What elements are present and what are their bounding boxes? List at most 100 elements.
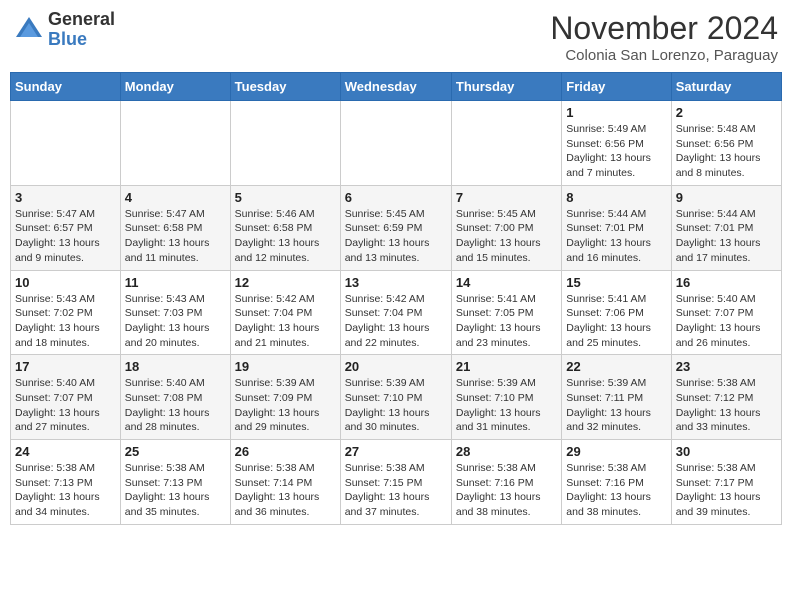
month-title: November 2024	[550, 10, 778, 47]
day-number: 17	[15, 359, 116, 374]
day-number: 2	[676, 105, 777, 120]
day-number: 10	[15, 275, 116, 290]
day-info: Sunrise: 5:39 AM Sunset: 7:09 PM Dayligh…	[235, 376, 336, 435]
logo-general-text: General	[48, 10, 115, 30]
logo: General Blue	[14, 10, 115, 50]
day-info: Sunrise: 5:38 AM Sunset: 7:13 PM Dayligh…	[125, 461, 226, 520]
calendar-day-cell: 16 Sunrise: 5:40 AM Sunset: 7:07 PM Dayli…	[671, 270, 781, 355]
calendar-day-cell: 18 Sunrise: 5:40 AM Sunset: 7:08 PM Dayli…	[120, 355, 230, 440]
calendar-day-cell: 5 Sunrise: 5:46 AM Sunset: 6:58 PM Daylig…	[230, 185, 340, 270]
day-info: Sunrise: 5:40 AM Sunset: 7:07 PM Dayligh…	[676, 292, 777, 351]
day-number: 7	[456, 190, 557, 205]
day-info: Sunrise: 5:48 AM Sunset: 6:56 PM Dayligh…	[676, 122, 777, 181]
day-info: Sunrise: 5:38 AM Sunset: 7:15 PM Dayligh…	[345, 461, 447, 520]
day-number: 5	[235, 190, 336, 205]
calendar-day-cell: 26 Sunrise: 5:38 AM Sunset: 7:14 PM Dayli…	[230, 440, 340, 525]
day-info: Sunrise: 5:41 AM Sunset: 7:06 PM Dayligh…	[566, 292, 666, 351]
day-number: 18	[125, 359, 226, 374]
day-info: Sunrise: 5:45 AM Sunset: 7:00 PM Dayligh…	[456, 207, 557, 266]
day-number: 22	[566, 359, 666, 374]
day-info: Sunrise: 5:47 AM Sunset: 6:57 PM Dayligh…	[15, 207, 116, 266]
calendar-day-cell: 12Sunrise: 5:42 AM Sunset: 7:04 PM Dayli…	[230, 270, 340, 355]
day-info: Sunrise: 5:45 AM Sunset: 6:59 PM Dayligh…	[345, 207, 447, 266]
day-info: Sunrise: 5:43 AM Sunset: 7:03 PM Dayligh…	[125, 292, 226, 351]
calendar-day-cell	[11, 101, 121, 186]
calendar-day-cell: 2 Sunrise: 5:48 AM Sunset: 6:56 PM Daylig…	[671, 101, 781, 186]
day-info: Sunrise: 5:41 AM Sunset: 7:05 PM Dayligh…	[456, 292, 557, 351]
day-number: 13	[345, 275, 447, 290]
day-number: 26	[235, 444, 336, 459]
calendar-day-cell: 23 Sunrise: 5:38 AM Sunset: 7:12 PM Dayli…	[671, 355, 781, 440]
day-number: 25	[125, 444, 226, 459]
calendar-day-cell: 29 Sunrise: 5:38 AM Sunset: 7:16 PM Dayli…	[562, 440, 671, 525]
calendar-day-cell: 7 Sunrise: 5:45 AM Sunset: 7:00 PM Daylig…	[451, 185, 561, 270]
calendar-day-cell: 28Sunrise: 5:38 AM Sunset: 7:16 PM Dayli…	[451, 440, 561, 525]
logo-blue-text: Blue	[48, 30, 115, 50]
title-block: November 2024 Colonia San Lorenzo, Parag…	[550, 10, 778, 64]
day-info: Sunrise: 5:38 AM Sunset: 7:12 PM Dayligh…	[676, 376, 777, 435]
day-number: 20	[345, 359, 447, 374]
day-number: 11	[125, 275, 226, 290]
day-number: 21	[456, 359, 557, 374]
calendar-day-cell: 13 Sunrise: 5:42 AM Sunset: 7:04 PM Dayli…	[340, 270, 451, 355]
weekday-header-cell: Thursday	[451, 73, 561, 101]
day-info: Sunrise: 5:47 AM Sunset: 6:58 PM Dayligh…	[125, 207, 226, 266]
day-number: 30	[676, 444, 777, 459]
calendar-day-cell: 17 Sunrise: 5:40 AM Sunset: 7:07 PM Dayli…	[11, 355, 121, 440]
page-header: General Blue November 2024 Colonia San L…	[10, 10, 782, 64]
day-info: Sunrise: 5:40 AM Sunset: 7:08 PM Dayligh…	[125, 376, 226, 435]
day-number: 12	[235, 275, 336, 290]
calendar-day-cell: 21 Sunrise: 5:39 AM Sunset: 7:10 PM Dayli…	[451, 355, 561, 440]
calendar-day-cell: 20Sunrise: 5:39 AM Sunset: 7:10 PM Dayli…	[340, 355, 451, 440]
day-number: 4	[125, 190, 226, 205]
calendar-day-cell: 14 Sunrise: 5:41 AM Sunset: 7:05 PM Dayli…	[451, 270, 561, 355]
calendar-day-cell: 27 Sunrise: 5:38 AM Sunset: 7:15 PM Dayli…	[340, 440, 451, 525]
day-info: Sunrise: 5:40 AM Sunset: 7:07 PM Dayligh…	[15, 376, 116, 435]
day-number: 24	[15, 444, 116, 459]
calendar-week-row: 10Sunrise: 5:43 AM Sunset: 7:02 PM Dayli…	[11, 270, 782, 355]
day-number: 29	[566, 444, 666, 459]
day-number: 3	[15, 190, 116, 205]
day-info: Sunrise: 5:49 AM Sunset: 6:56 PM Dayligh…	[566, 122, 666, 181]
calendar-day-cell: 3 Sunrise: 5:47 AM Sunset: 6:57 PM Daylig…	[11, 185, 121, 270]
day-info: Sunrise: 5:39 AM Sunset: 7:10 PM Dayligh…	[456, 376, 557, 435]
day-number: 23	[676, 359, 777, 374]
weekday-header-cell: Friday	[562, 73, 671, 101]
day-number: 19	[235, 359, 336, 374]
logo-text: General Blue	[48, 10, 115, 50]
day-number: 6	[345, 190, 447, 205]
calendar-week-row: 24 Sunrise: 5:38 AM Sunset: 7:13 PM Dayli…	[11, 440, 782, 525]
day-number: 16	[676, 275, 777, 290]
location-subtitle: Colonia San Lorenzo, Paraguay	[550, 47, 778, 64]
day-info: Sunrise: 5:44 AM Sunset: 7:01 PM Dayligh…	[566, 207, 666, 266]
day-number: 9	[676, 190, 777, 205]
calendar-week-row: 1Sunrise: 5:49 AM Sunset: 6:56 PM Daylig…	[11, 101, 782, 186]
calendar-week-row: 17 Sunrise: 5:40 AM Sunset: 7:07 PM Dayli…	[11, 355, 782, 440]
day-info: Sunrise: 5:38 AM Sunset: 7:17 PM Dayligh…	[676, 461, 777, 520]
calendar-day-cell: 11 Sunrise: 5:43 AM Sunset: 7:03 PM Dayli…	[120, 270, 230, 355]
calendar-day-cell: 4 Sunrise: 5:47 AM Sunset: 6:58 PM Daylig…	[120, 185, 230, 270]
day-info: Sunrise: 5:38 AM Sunset: 7:16 PM Dayligh…	[566, 461, 666, 520]
calendar-day-cell: 9 Sunrise: 5:44 AM Sunset: 7:01 PM Daylig…	[671, 185, 781, 270]
calendar-day-cell: 15Sunrise: 5:41 AM Sunset: 7:06 PM Dayli…	[562, 270, 671, 355]
day-number: 28	[456, 444, 557, 459]
calendar-day-cell	[120, 101, 230, 186]
calendar-body: 1Sunrise: 5:49 AM Sunset: 6:56 PM Daylig…	[11, 101, 782, 525]
calendar-day-cell: 1Sunrise: 5:49 AM Sunset: 6:56 PM Daylig…	[562, 101, 671, 186]
calendar-day-cell	[230, 101, 340, 186]
day-number: 27	[345, 444, 447, 459]
day-info: Sunrise: 5:38 AM Sunset: 7:13 PM Dayligh…	[15, 461, 116, 520]
day-number: 14	[456, 275, 557, 290]
day-info: Sunrise: 5:46 AM Sunset: 6:58 PM Dayligh…	[235, 207, 336, 266]
weekday-header-cell: Saturday	[671, 73, 781, 101]
calendar-day-cell: 24 Sunrise: 5:38 AM Sunset: 7:13 PM Dayli…	[11, 440, 121, 525]
weekday-header-row: SundayMondayTuesdayWednesdayThursdayFrid…	[11, 73, 782, 101]
calendar-day-cell: 22Sunrise: 5:39 AM Sunset: 7:11 PM Dayli…	[562, 355, 671, 440]
day-info: Sunrise: 5:42 AM Sunset: 7:04 PM Dayligh…	[345, 292, 447, 351]
day-info: Sunrise: 5:38 AM Sunset: 7:14 PM Dayligh…	[235, 461, 336, 520]
calendar-day-cell: 6 Sunrise: 5:45 AM Sunset: 6:59 PM Daylig…	[340, 185, 451, 270]
calendar-day-cell: 19 Sunrise: 5:39 AM Sunset: 7:09 PM Dayli…	[230, 355, 340, 440]
day-info: Sunrise: 5:44 AM Sunset: 7:01 PM Dayligh…	[676, 207, 777, 266]
weekday-header-cell: Sunday	[11, 73, 121, 101]
calendar-day-cell: 25 Sunrise: 5:38 AM Sunset: 7:13 PM Dayli…	[120, 440, 230, 525]
